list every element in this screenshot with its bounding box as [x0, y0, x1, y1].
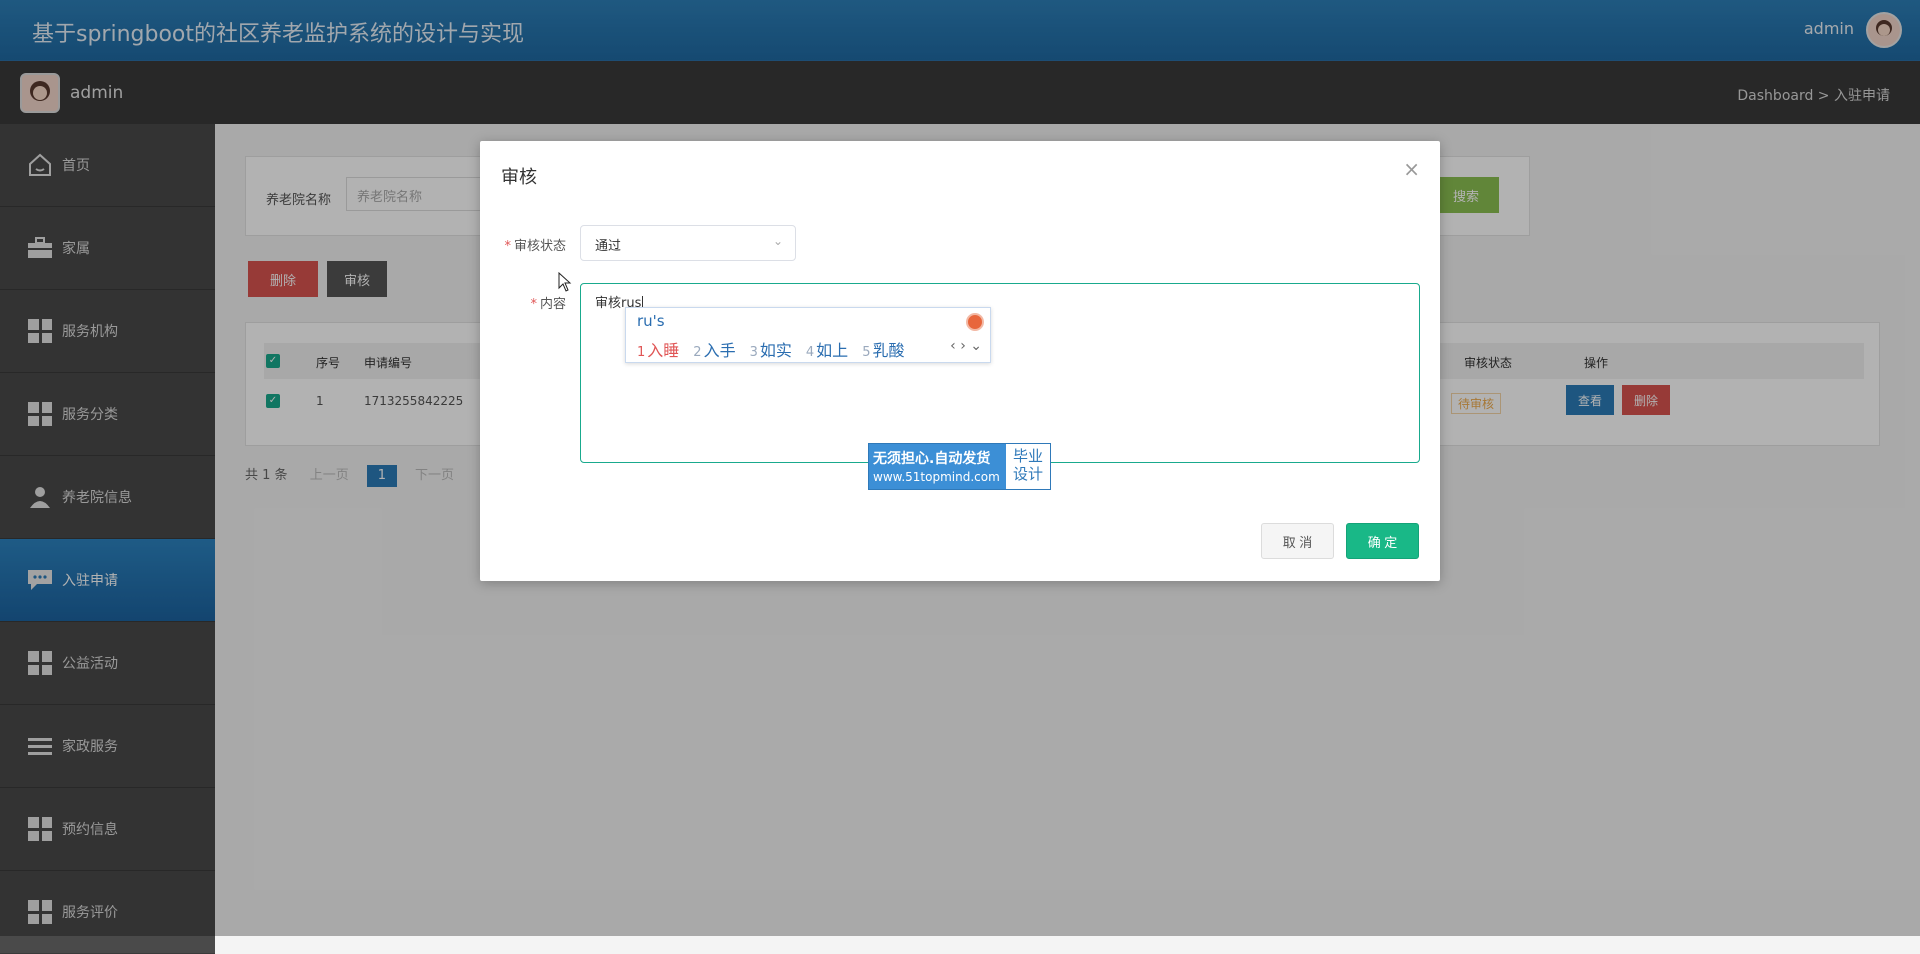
ime-candidate[interactable]: 4 如上	[806, 337, 848, 361]
ime-candidate[interactable]: 3 如实	[750, 337, 792, 361]
ime-candidate-popup: ru's 1 入睡 2 入手 3 如实 4 如上 5 乳酸 ‹ › ⌄	[625, 307, 991, 363]
ime-candidate[interactable]: 5 乳酸	[862, 337, 904, 361]
chevron-down-icon: ⌄	[772, 234, 783, 248]
status-label: * 审核状态	[504, 239, 566, 254]
close-icon[interactable]: ×	[1403, 157, 1420, 181]
watermark-banner: 无须担心.自动发货 www.51topmind.com 毕业设计	[868, 443, 1051, 490]
status-select[interactable]: 通过 ⌄	[580, 225, 796, 261]
watermark-line2: www.51topmind.com	[873, 470, 1000, 484]
dialog-title: 审核	[501, 167, 537, 188]
watermark-line1: 无须担心.自动发货	[873, 451, 991, 467]
watermark-badge: 毕业设计	[1006, 444, 1050, 489]
ime-logo-icon	[966, 313, 984, 331]
ime-page-nav[interactable]: ‹ › ⌄	[950, 338, 982, 354]
mouse-cursor-icon	[558, 271, 572, 296]
review-dialog: 审核 × * 审核状态 通过 ⌄ * 内容 审核rus ru's 1 入睡 2 入手 3…	[480, 141, 1440, 581]
ime-candidate[interactable]: 2 入手	[693, 337, 735, 361]
ime-candidate[interactable]: 1 入睡	[637, 337, 679, 361]
confirm-button[interactable]: 确 定	[1346, 523, 1419, 559]
ime-candidates: 1 入睡 2 入手 3 如实 4 如上 5 乳酸	[637, 337, 904, 361]
status-select-value: 通过	[595, 239, 622, 254]
ime-input-text: ru's	[637, 312, 665, 330]
cancel-button[interactable]: 取 消	[1261, 523, 1334, 559]
content-label: * 内容	[530, 297, 566, 312]
